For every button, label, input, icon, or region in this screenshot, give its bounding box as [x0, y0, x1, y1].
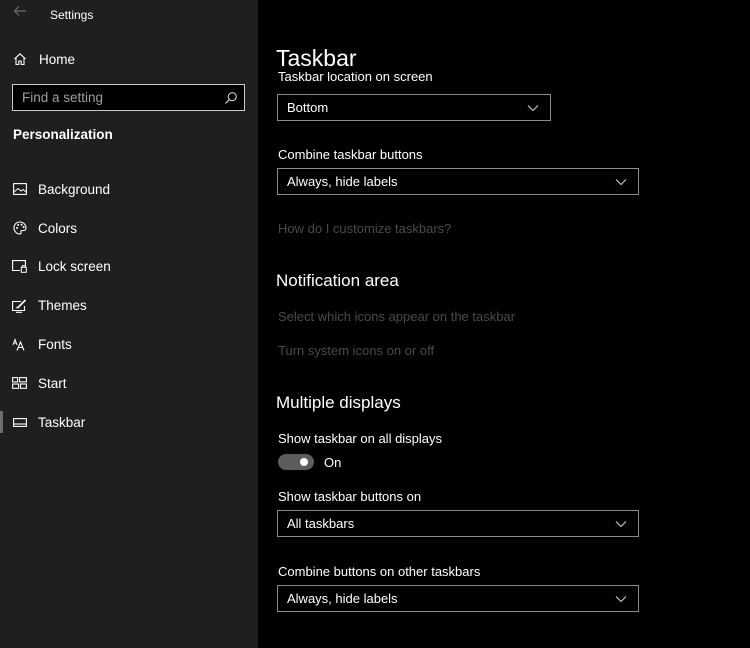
combine-other-dropdown[interactable]: Always, hide labels [277, 585, 639, 612]
title-bar: Settings [0, 0, 258, 30]
sidebar-item-label: Background [38, 181, 111, 197]
chevron-down-icon [615, 178, 627, 185]
app-title: Settings [50, 8, 94, 22]
home-label: Home [39, 51, 76, 67]
sidebar: Settings Home Personalization Background… [0, 0, 258, 648]
multiple-displays-heading: Multiple displays [276, 393, 401, 412]
show-all-displays-row: On [278, 454, 341, 470]
section-heading: Personalization [13, 127, 113, 142]
buttons-on-dropdown[interactable]: All taskbars [277, 510, 639, 537]
toggle-knob [300, 458, 308, 466]
show-all-displays-label: Show taskbar on all displays [278, 431, 443, 446]
sidebar-item-label: Taskbar [38, 414, 86, 430]
customize-taskbars-link[interactable]: How do I customize taskbars? [278, 221, 451, 236]
taskbar-location-label: Taskbar location on screen [278, 72, 433, 86]
search-icon[interactable] [224, 91, 238, 105]
sidebar-item-background[interactable]: Background [0, 170, 258, 209]
taskbar-icon [12, 417, 27, 427]
search-input[interactable] [13, 90, 224, 105]
sidebar-item-start[interactable]: Start [0, 364, 258, 403]
taskbar-location-dropdown[interactable]: Bottom [277, 94, 551, 121]
sidebar-item-label: Start [38, 375, 67, 391]
sidebar-item-colors[interactable]: Colors [0, 209, 258, 248]
chevron-down-icon [615, 520, 627, 527]
sidebar-item-label: Fonts [38, 337, 72, 353]
dropdown-value: All taskbars [287, 516, 355, 531]
start-icon [12, 377, 27, 390]
system-icons-link[interactable]: Turn system icons on or off [278, 343, 434, 358]
dropdown-value: Always, hide labels [287, 591, 398, 606]
select-icons-link[interactable]: Select which icons appear on the taskbar [278, 309, 515, 324]
palette-icon [12, 221, 27, 235]
dropdown-value: Bottom [287, 100, 329, 115]
sidebar-item-themes[interactable]: Themes [0, 286, 258, 325]
show-all-displays-toggle[interactable] [278, 454, 314, 470]
chevron-down-icon [615, 595, 627, 602]
combine-other-label: Combine buttons on other taskbars [278, 564, 481, 579]
themes-icon [12, 299, 27, 313]
combine-buttons-label: Combine taskbar buttons [278, 147, 423, 162]
sidebar-item-label: Colors [38, 220, 78, 236]
dropdown-value: Always, hide labels [287, 174, 398, 189]
fonts-icon [12, 338, 25, 351]
chevron-down-icon [527, 104, 539, 111]
sidebar-item-label: Themes [38, 298, 87, 314]
toggle-state: On [324, 454, 342, 470]
taskbar-location-label-text: Taskbar location on screen [278, 72, 433, 84]
sidebar-item-label: Lock screen [38, 259, 111, 275]
main-content: Taskbar Taskbar location on screen Botto… [258, 0, 750, 648]
page-title: Taskbar [276, 45, 357, 71]
sidebar-item-home[interactable]: Home [0, 46, 258, 72]
picture-icon [12, 183, 27, 196]
back-arrow-icon [13, 6, 26, 16]
combine-buttons-dropdown[interactable]: Always, hide labels [277, 168, 639, 195]
lock-screen-icon [12, 260, 27, 274]
home-icon [14, 53, 26, 66]
buttons-on-label: Show taskbar buttons on [278, 489, 422, 504]
sidebar-item-taskbar[interactable]: Taskbar [0, 403, 258, 442]
sidebar-item-lock-screen[interactable]: Lock screen [0, 248, 258, 287]
back-button[interactable] [12, 4, 28, 20]
sidebar-item-fonts[interactable]: Fonts [0, 325, 258, 364]
notification-area-heading: Notification area [276, 271, 399, 290]
sidebar-nav: Background Colors Lock screen Themes Fon… [0, 170, 258, 442]
search-box[interactable] [12, 84, 245, 111]
